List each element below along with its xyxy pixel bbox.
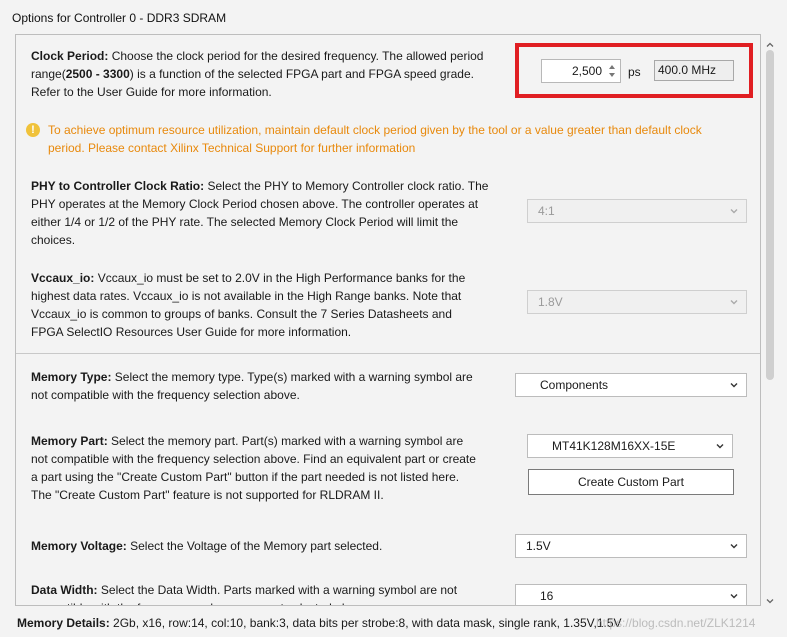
memory-section: Memory Type: Select the memory type. Typ…: [16, 353, 760, 605]
scroll-down-icon[interactable]: [766, 594, 774, 604]
options-panel: Clock Period: Choose the clock period fo…: [15, 34, 761, 606]
scrollbar-thumb[interactable]: [766, 50, 774, 380]
memory-details: Memory Details: 2Gb, x16, row:14, col:10…: [17, 616, 622, 630]
data-width-value: 16: [540, 589, 554, 603]
spinner-arrows-icon[interactable]: [606, 61, 618, 81]
warning-text: To achieve optimum resource utilization,…: [48, 123, 702, 155]
phy-ratio-label: PHY to Controller Clock Ratio:: [31, 179, 205, 193]
data-width-description: Data Width: Select the Data Width. Parts…: [31, 581, 511, 605]
vccaux-select[interactable]: 1.8V: [527, 290, 747, 314]
memory-type-value: Components: [540, 378, 609, 392]
scroll-up-icon[interactable]: [766, 38, 774, 47]
clock-section: Clock Period: Choose the clock period fo…: [16, 35, 760, 339]
memory-type-label: Memory Type:: [31, 370, 112, 384]
memory-voltage-desc: Select the Voltage of the Memory part se…: [126, 539, 383, 553]
vccaux-desc: Vccaux_io must be set to 2.0V in the Hig…: [31, 271, 466, 339]
clock-period-spinner[interactable]: 2,500: [541, 59, 621, 83]
data-width-select[interactable]: 16: [515, 584, 747, 605]
dialog-title: Options for Controller 0 - DDR3 SDRAM: [12, 11, 227, 25]
memory-type-description: Memory Type: Select the memory type. Typ…: [31, 368, 511, 404]
memory-part-select[interactable]: MT41K128M16XX-15E: [527, 434, 733, 458]
clock-period-value: 2,500: [571, 64, 602, 78]
data-width-label: Data Width:: [31, 583, 98, 597]
clock-period-label: Clock Period:: [31, 49, 109, 63]
chevron-down-icon: [730, 298, 738, 306]
watermark-text: https://blog.csdn.net/ZLK1214: [596, 616, 756, 630]
clock-range: 2500 - 3300: [65, 67, 130, 81]
vccaux-label: Vccaux_io:: [31, 271, 95, 285]
memory-part-description: Memory Part: Select the memory part. Par…: [31, 432, 511, 504]
frequency-readout: 400.0 MHz: [654, 60, 734, 81]
memory-part-label: Memory Part:: [31, 434, 108, 448]
clock-unit: ps: [628, 65, 641, 79]
memory-voltage-description: Memory Voltage: Select the Voltage of th…: [31, 537, 511, 555]
vccaux-value: 1.8V: [538, 295, 563, 309]
memory-type-select[interactable]: Components: [515, 373, 747, 397]
chevron-down-icon: [730, 592, 738, 600]
memory-voltage-value: 1.5V: [526, 539, 551, 553]
warning-icon: !: [26, 123, 40, 137]
clock-period-description: Clock Period: Choose the clock period fo…: [31, 47, 511, 101]
phy-ratio-select[interactable]: 4:1: [527, 199, 747, 223]
chevron-down-icon: [730, 381, 738, 389]
chevron-down-icon: [730, 207, 738, 215]
memory-details-text: 2Gb, x16, row:14, col:10, bank:3, data b…: [109, 616, 622, 630]
phy-ratio-value: 4:1: [538, 204, 555, 218]
memory-voltage-label: Memory Voltage:: [31, 539, 127, 553]
phy-ratio-description: PHY to Controller Clock Ratio: Select th…: [31, 177, 511, 249]
vccaux-description: Vccaux_io: Vccaux_io must be set to 2.0V…: [31, 269, 511, 341]
vertical-scrollbar[interactable]: [762, 34, 778, 606]
memory-details-label: Memory Details:: [17, 616, 110, 630]
chevron-down-icon: [716, 442, 724, 450]
create-custom-part-button[interactable]: Create Custom Part: [528, 469, 734, 495]
chevron-down-icon: [730, 542, 738, 550]
memory-part-value: MT41K128M16XX-15E: [552, 439, 676, 453]
memory-voltage-select[interactable]: 1.5V: [515, 534, 747, 558]
